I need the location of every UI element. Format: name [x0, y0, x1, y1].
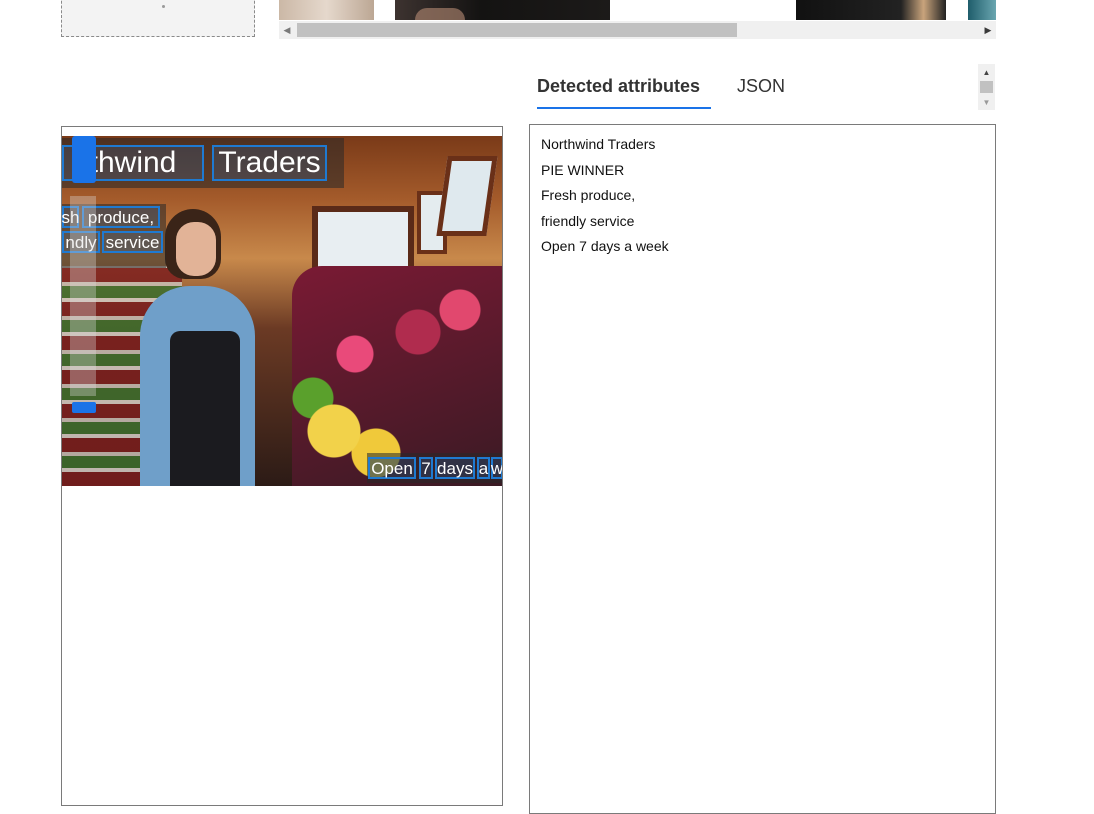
ocr-word-box[interactable]: Traders [212, 145, 327, 181]
active-tab-indicator [537, 107, 711, 109]
tabs-vertical-scrollbar[interactable]: ▲ ▼ [978, 64, 995, 110]
photo-person [176, 222, 216, 276]
photo-background [436, 156, 498, 236]
ocr-word-box[interactable]: service [102, 231, 163, 253]
thumbnail-horizontal-scrollbar[interactable]: ◀ ▶ [279, 21, 996, 39]
attribute-line: friendly service [541, 212, 635, 229]
region-handle-top[interactable] [72, 136, 96, 183]
image-preview-panel: thwind Traders sh produce, ndly service … [61, 126, 503, 806]
attribute-line: Fresh produce, [541, 187, 636, 203]
scroll-left-icon[interactable]: ◀ [279, 21, 295, 39]
analyzed-photo: thwind Traders sh produce, ndly service … [62, 136, 502, 486]
scrollbar-thumb[interactable] [297, 23, 737, 37]
attribute-line: Open 7 days a week [541, 238, 669, 254]
scroll-right-icon[interactable]: ▶ [980, 21, 996, 39]
sample-thumbnail-1[interactable] [279, 0, 374, 20]
sample-thumbnail-4[interactable] [968, 0, 996, 20]
region-handle-rail[interactable] [70, 196, 96, 396]
attribute-line: Northwind Traders [541, 136, 656, 152]
region-handle-bottom[interactable] [72, 402, 96, 413]
scroll-down-icon[interactable]: ▼ [978, 96, 995, 108]
scroll-up-icon[interactable]: ▲ [978, 66, 995, 78]
ocr-word-box[interactable]: a [477, 457, 490, 479]
scrollbar-thumb[interactable] [980, 81, 993, 93]
ocr-word-box[interactable]: w [491, 457, 502, 479]
image-upload-dropzone[interactable] [61, 0, 255, 37]
photo-background [312, 206, 414, 273]
attribute-line: PIE WINNER [541, 161, 625, 178]
sample-thumbnail-3[interactable] [796, 0, 946, 20]
ocr-word-box[interactable]: Open [368, 457, 416, 479]
photo-person [170, 331, 240, 486]
sample-thumbnail-2[interactable] [395, 0, 610, 20]
detected-attributes-panel: Northwind Traders PIE WINNER Fresh produ… [529, 124, 996, 814]
tab-detected-attributes[interactable]: Detected attributes [537, 76, 700, 97]
upload-placeholder-mark [162, 5, 165, 8]
sample-thumbnail-strip: ◀ ▶ [279, 0, 996, 39]
ocr-word-box[interactable]: days [435, 457, 475, 479]
tab-json[interactable]: JSON [737, 76, 785, 97]
ocr-word-box[interactable]: 7 [419, 457, 433, 479]
